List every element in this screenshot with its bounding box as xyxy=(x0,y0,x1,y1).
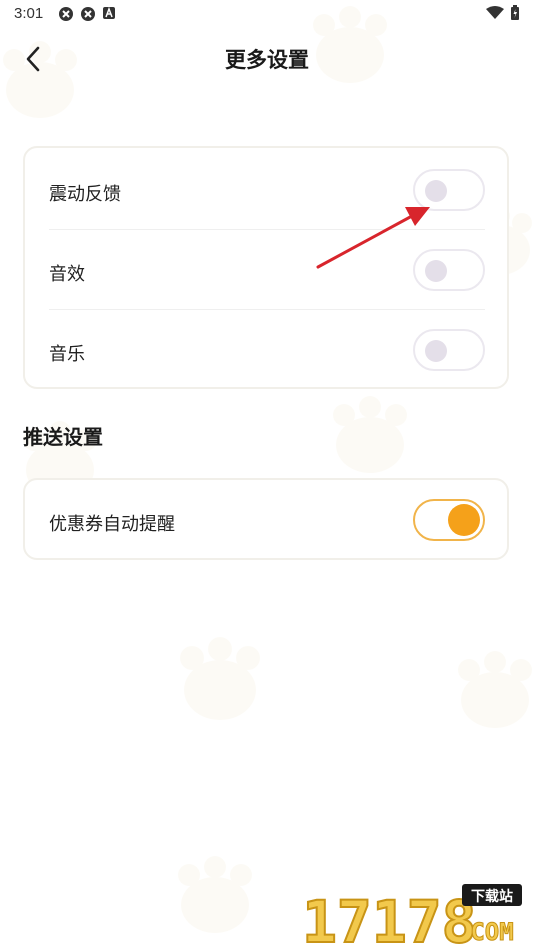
wifi-icon xyxy=(486,6,504,19)
watermark-number: 17178 xyxy=(302,888,477,948)
battery-icon xyxy=(511,5,519,20)
setting-label: 优惠券自动提醒 xyxy=(49,514,175,535)
setting-label: 震动反馈 xyxy=(49,184,121,205)
settings-card: 震动反馈 音效 音乐 xyxy=(23,146,509,389)
annotation-arrow xyxy=(316,207,430,269)
status-bar: 3:01 xyxy=(0,0,534,28)
setting-row-sound-effects: 音效 xyxy=(49,230,485,310)
site-watermark: 17178 下载站 COM xyxy=(301,884,526,952)
watermark-suffix: COM xyxy=(470,918,513,946)
toggle-knob xyxy=(425,340,447,362)
setting-row-vibration: 震动反馈 xyxy=(49,150,485,230)
app-notification-icon xyxy=(59,7,73,21)
setting-label: 音效 xyxy=(49,264,85,285)
page-title: 更多设置 xyxy=(225,48,309,72)
vibration-toggle[interactable] xyxy=(413,169,485,211)
music-toggle[interactable] xyxy=(413,329,485,371)
toggle-knob xyxy=(448,504,480,536)
push-settings-card: 优惠券自动提醒 xyxy=(23,478,509,560)
a-notification-icon xyxy=(103,6,115,19)
coupon-reminder-toggle[interactable] xyxy=(413,499,485,541)
sound-effects-toggle[interactable] xyxy=(413,249,485,291)
toggle-knob xyxy=(425,260,447,282)
toggle-knob xyxy=(425,180,447,202)
watermark-badge: 下载站 xyxy=(471,888,513,905)
setting-label: 音乐 xyxy=(49,344,85,365)
system-icons xyxy=(486,5,520,21)
push-section-title: 推送设置 xyxy=(23,425,103,449)
header: 更多设置 xyxy=(0,30,534,88)
watermark-logo: 17178 下载站 COM xyxy=(301,884,522,952)
notification-icons xyxy=(58,6,116,22)
setting-row-music: 音乐 xyxy=(49,310,485,390)
background-paw-pattern xyxy=(3,6,532,933)
status-time: 3:01 xyxy=(14,5,44,22)
app-notification-icon xyxy=(81,7,95,21)
setting-row-coupon-reminder: 优惠券自动提醒 xyxy=(49,480,485,560)
